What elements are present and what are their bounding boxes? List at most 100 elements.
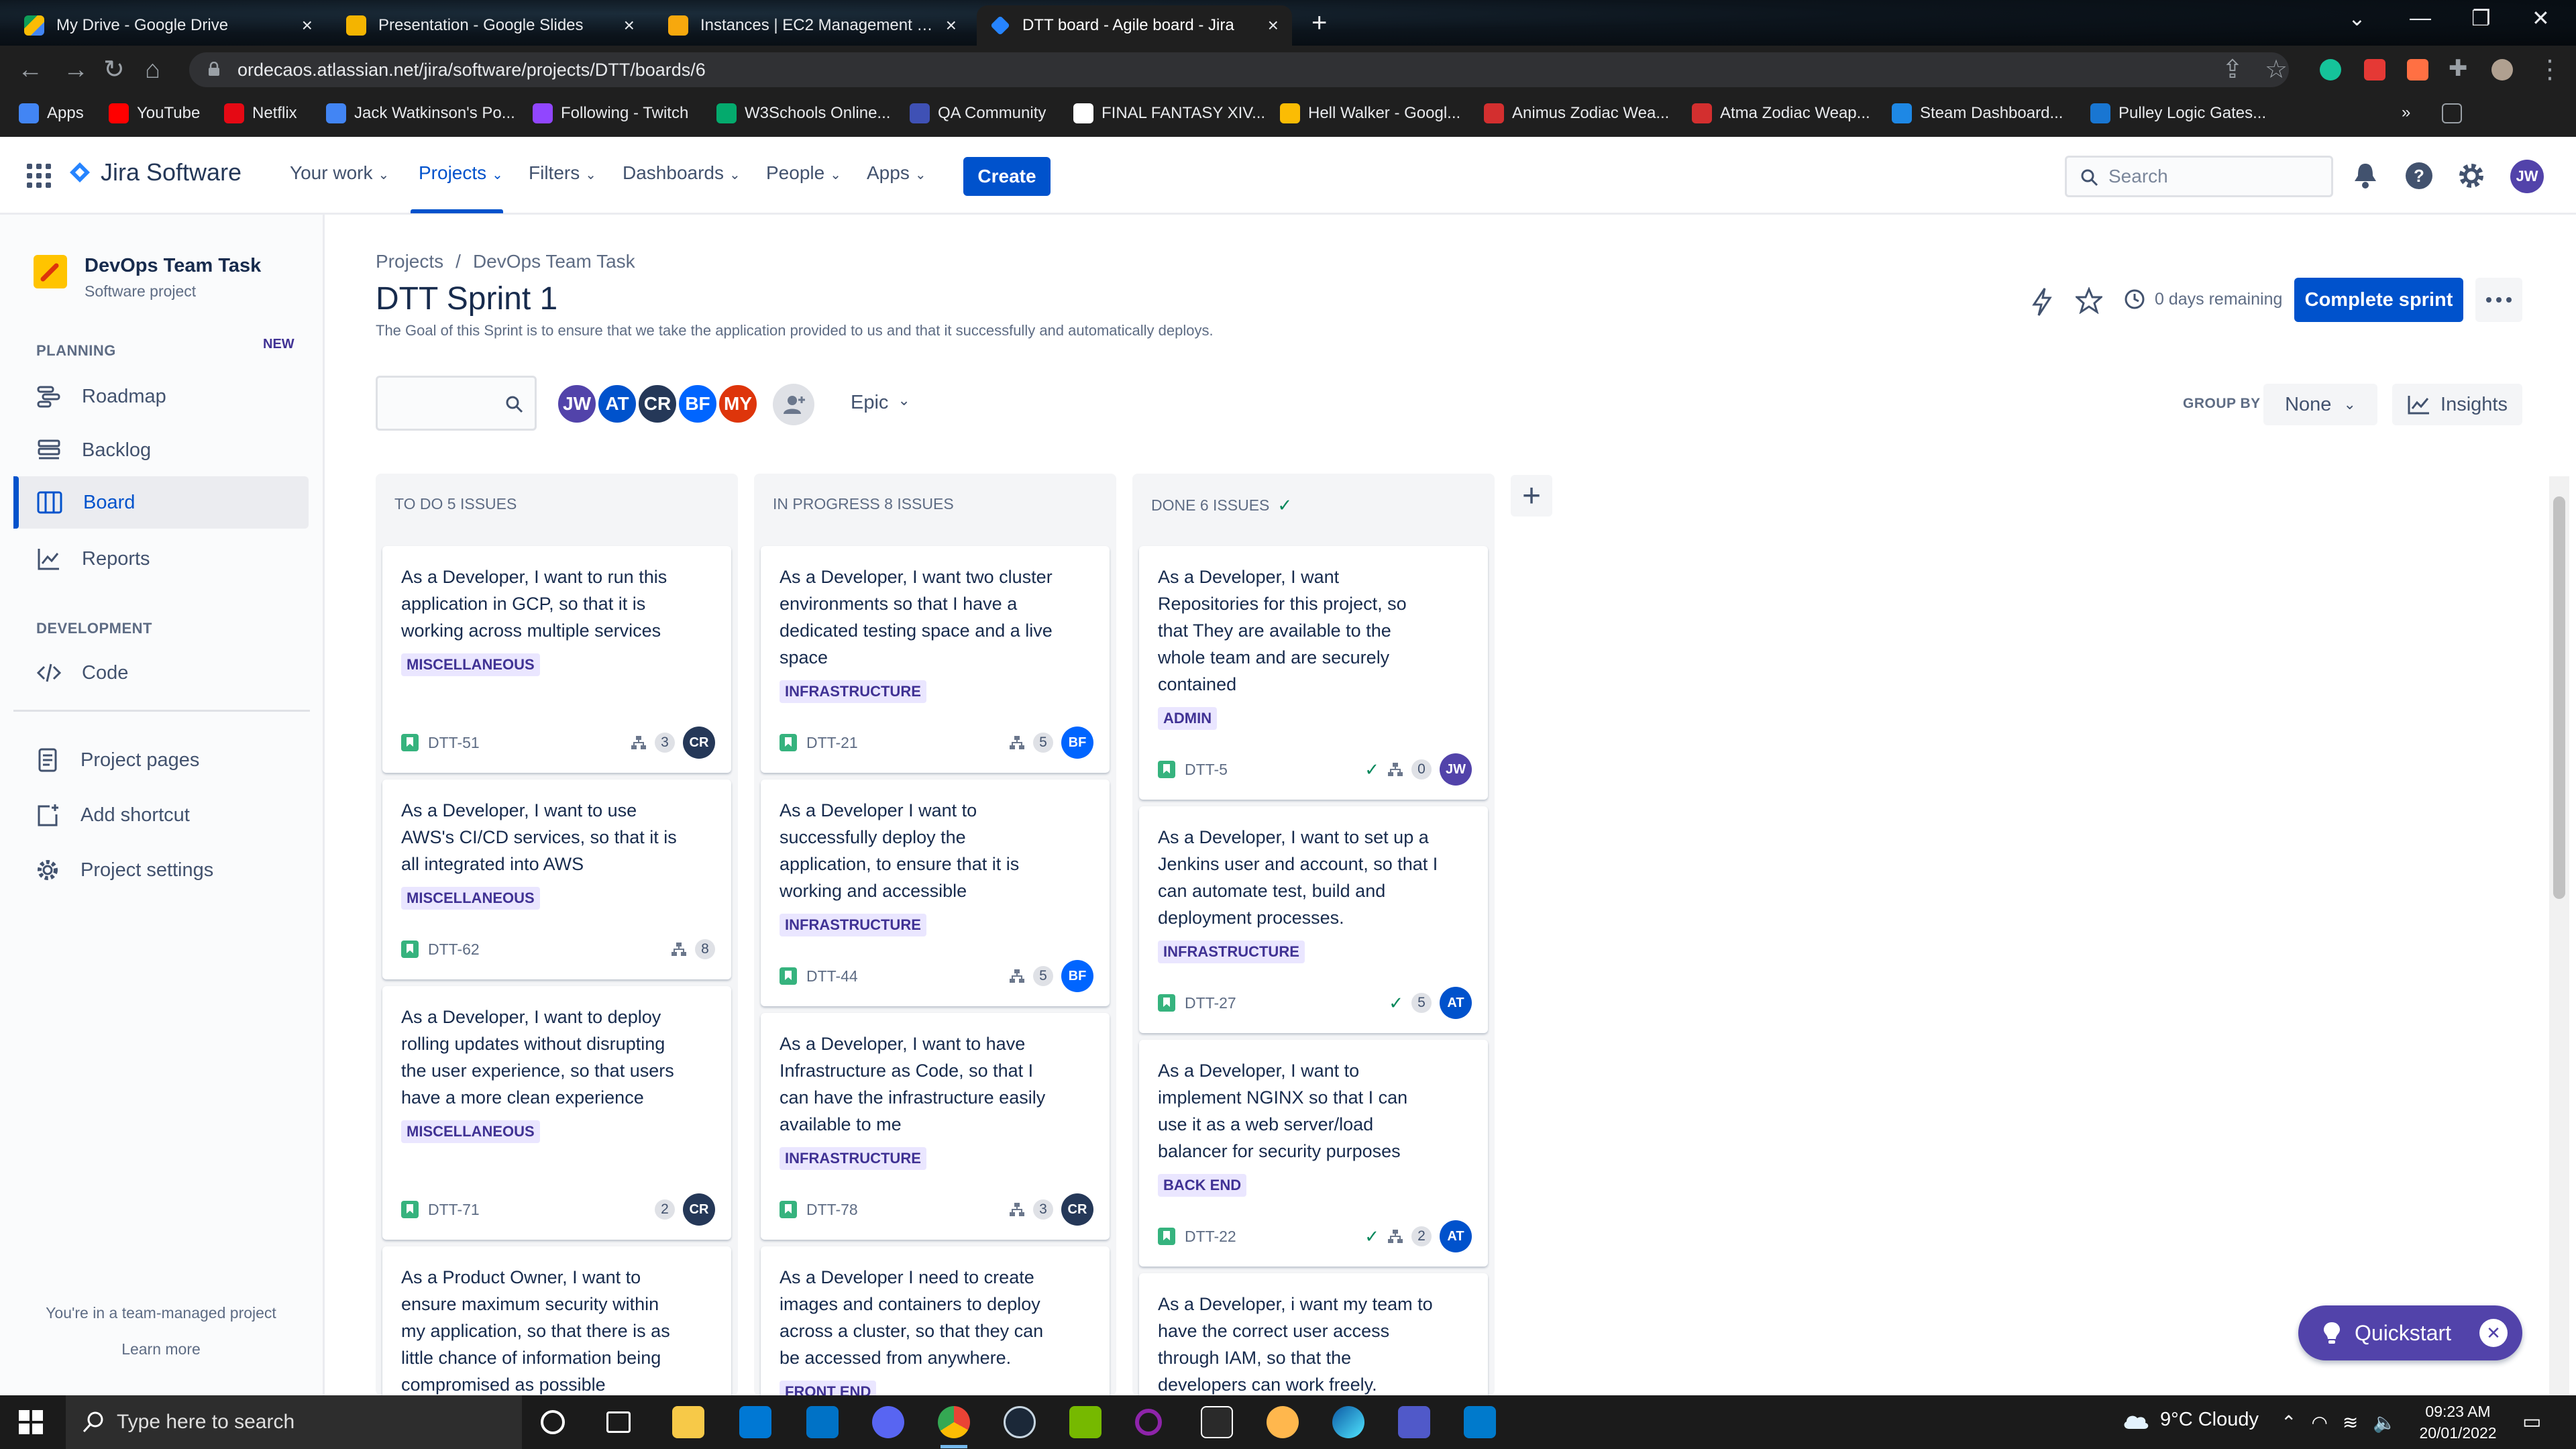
assignee-avatar[interactable]: AT [1440, 1220, 1472, 1252]
issue-key[interactable]: DTT-22 [1185, 1228, 1364, 1246]
volume-icon[interactable]: 🔈 [2373, 1411, 2396, 1434]
filter-avatar-bf[interactable]: BF [676, 382, 719, 425]
filter-avatar-at[interactable]: AT [596, 382, 639, 425]
insights-button[interactable]: Insights [2392, 384, 2522, 425]
epic-games-icon[interactable] [1201, 1406, 1233, 1438]
settings-gear-icon[interactable] [2457, 161, 2486, 191]
issue-key[interactable]: DTT-5 [1185, 761, 1364, 779]
reading-list-icon[interactable] [2442, 103, 2462, 123]
app-switcher-icon[interactable] [27, 164, 51, 188]
bookmark-star-icon[interactable]: ☆ [2265, 55, 2288, 85]
issue-card[interactable]: As a Developer, I want to use AWS's CI/C… [382, 780, 731, 979]
issue-card[interactable]: As a Product Owner, I want to ensure max… [382, 1246, 731, 1395]
chrome-menu-icon[interactable]: ⋮ [2537, 55, 2563, 85]
close-tab-icon[interactable]: × [302, 15, 313, 36]
close-icon[interactable]: ✕ [2479, 1319, 2508, 1347]
teams-icon[interactable] [1398, 1406, 1430, 1438]
back-icon[interactable]: ← [17, 55, 43, 85]
bookmark-w3schools[interactable]: W3Schools Online... [716, 103, 890, 123]
cortana-icon[interactable] [541, 1410, 565, 1434]
network-icon[interactable]: ◠ [2311, 1411, 2327, 1434]
bookmark-animus-zodiac[interactable]: Animus Zodiac Wea... [1484, 103, 1669, 123]
issue-card[interactable]: As a Developer, I want to run this appli… [382, 546, 731, 773]
vscode-icon[interactable] [1464, 1406, 1496, 1438]
sidebar-item-backlog[interactable]: Backlog [13, 424, 309, 476]
sidebar-item-project-settings[interactable]: Project settings [13, 844, 309, 896]
nav-projects[interactable]: Projects ⌄ [419, 162, 503, 184]
automation-lightning-icon[interactable] [2030, 287, 2054, 317]
bookmark-netflix[interactable]: Netflix [224, 103, 297, 123]
search-input[interactable]: Search [2065, 156, 2333, 197]
minimize-icon[interactable]: — [2410, 5, 2431, 30]
url-bar[interactable]: ordecaos.atlassian.net/jira/software/pro… [189, 52, 2289, 87]
new-tab-button[interactable]: + [1311, 9, 1327, 36]
bookmark-hell-walker[interactable]: Hell Walker - Googl... [1280, 103, 1460, 123]
home-icon[interactable]: ⌂ [145, 55, 160, 85]
user-avatar[interactable]: JW [2510, 160, 2544, 193]
close-window-icon[interactable]: ✕ [2532, 5, 2550, 31]
create-button[interactable]: Create [963, 157, 1051, 196]
bookmark-qa-community[interactable]: QA Community [910, 103, 1046, 123]
app-ring-icon[interactable] [1135, 1409, 1162, 1436]
nav-people[interactable]: People ⌄ [766, 162, 841, 184]
extension-icon[interactable] [2407, 59, 2428, 80]
assignee-avatar[interactable]: CR [683, 727, 715, 759]
issue-key[interactable]: DTT-27 [1185, 994, 1389, 1012]
task-view-icon[interactable] [606, 1411, 631, 1433]
bookmark-steam-dashboard[interactable]: Steam Dashboard... [1892, 103, 2063, 123]
nvidia-icon[interactable] [1069, 1406, 1102, 1438]
nav-apps[interactable]: Apps ⌄ [867, 162, 926, 184]
steam-icon[interactable] [1004, 1406, 1036, 1438]
issue-key[interactable]: DTT-21 [806, 734, 1009, 752]
sidebar-item-add-shortcut[interactable]: Add shortcut [13, 789, 309, 841]
issue-key[interactable]: DTT-78 [806, 1201, 1009, 1219]
epic-filter-dropdown[interactable]: Epic ⌄ [851, 392, 910, 414]
share-icon[interactable]: ⇪ [2222, 55, 2243, 85]
group-by-select[interactable]: None ⌄ [2263, 384, 2377, 425]
profile-icon[interactable] [2491, 59, 2513, 80]
learn-more-link[interactable]: Learn more [0, 1340, 322, 1358]
microsoft-store-icon[interactable] [739, 1406, 771, 1438]
browser-tab-aws-ec2[interactable]: Instances | EC2 Management Co × [655, 5, 970, 46]
more-bookmarks-icon[interactable]: » [2402, 103, 2410, 122]
close-tab-icon[interactable]: × [624, 15, 635, 36]
wifi-icon[interactable]: ≋ [2343, 1411, 2358, 1434]
assignee-avatar[interactable]: BF [1061, 727, 1093, 759]
sidebar-item-reports[interactable]: Reports [13, 533, 309, 585]
browser-tab-jira[interactable]: DTT board - Agile board - Jira × [977, 5, 1292, 46]
assignee-avatar[interactable]: AT [1440, 987, 1472, 1019]
add-column-button[interactable]: + [1511, 475, 1552, 517]
breadcrumb-projects[interactable]: Projects [376, 251, 443, 272]
tray-overflow-icon[interactable]: ⌃ [2281, 1411, 2296, 1434]
weather-widget[interactable]: 9°C Cloudy [2121, 1409, 2259, 1431]
nav-filters[interactable]: Filters ⌄ [529, 162, 596, 184]
restore-icon[interactable]: ❐ [2471, 5, 2491, 31]
issue-key[interactable]: DTT-62 [428, 941, 671, 959]
complete-sprint-button[interactable]: Complete sprint [2294, 278, 2463, 322]
tab-search-icon[interactable]: ⌄ [2348, 5, 2366, 31]
star-icon[interactable] [2076, 287, 2102, 314]
file-explorer-icon[interactable] [672, 1406, 704, 1438]
assignee-avatar[interactable]: CR [1061, 1193, 1093, 1226]
edge-icon[interactable] [1332, 1406, 1364, 1438]
issue-card[interactable]: As a Developer, I want two cluster envir… [761, 546, 1110, 773]
nav-dashboards[interactable]: Dashboards ⌄ [623, 162, 741, 184]
app-icon[interactable] [1267, 1406, 1299, 1438]
taskbar-search-input[interactable]: Type here to search [66, 1395, 522, 1449]
discord-icon[interactable] [872, 1406, 904, 1438]
bookmark-portfolio[interactable]: Jack Watkinson's Po... [326, 103, 515, 123]
browser-tab-google-slides[interactable]: Presentation - Google Slides × [333, 5, 648, 46]
windows-start-icon[interactable] [19, 1410, 43, 1434]
bookmark-youtube[interactable]: YouTube [109, 103, 200, 123]
issue-card[interactable]: As a Developer, I want to set up a Jenki… [1139, 806, 1488, 1033]
assignee-avatar[interactable]: CR [683, 1193, 715, 1226]
issue-card[interactable]: As a Developer, I want Repositories for … [1139, 546, 1488, 800]
sidebar-item-code[interactable]: Code [13, 647, 309, 699]
close-tab-icon[interactable]: × [1268, 15, 1279, 36]
assignee-avatar[interactable]: BF [1061, 960, 1093, 992]
notification-center-icon[interactable]: ▭ [2522, 1410, 2541, 1434]
browser-tab-google-drive[interactable]: My Drive - Google Drive × [11, 5, 326, 46]
mail-icon[interactable] [806, 1406, 839, 1438]
issue-card[interactable]: As a Developer, I want to implement NGIN… [1139, 1040, 1488, 1267]
bookmark-atma-zodiac[interactable]: Atma Zodiac Weap... [1692, 103, 1870, 123]
